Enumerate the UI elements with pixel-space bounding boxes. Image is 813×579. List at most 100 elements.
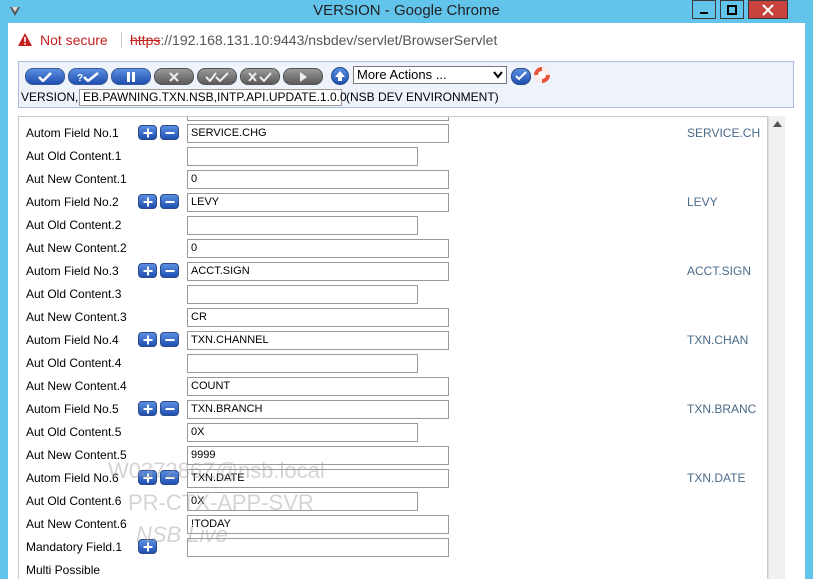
maximize-icon (727, 4, 737, 15)
form-row: Multi Possible (19, 559, 767, 579)
expand-field-button[interactable] (138, 539, 157, 554)
delete-field-button[interactable] (160, 125, 179, 140)
plus-icon (143, 266, 152, 275)
new-content-input[interactable]: COUNT (187, 377, 449, 396)
new-content-input[interactable]: CR (187, 308, 449, 327)
page-content: ? More Actions ... VERSION, EB.PAWNING.T… (8, 57, 805, 579)
field-label: Autom Field No.4 (26, 333, 119, 347)
field-enrichment: SERVICE.CH (687, 126, 761, 140)
plus-icon (143, 128, 152, 137)
field-name-input[interactable]: TXN.DATE (187, 469, 449, 488)
form-row: Aut New Content.2 0 (19, 237, 767, 260)
commit-button[interactable] (25, 68, 65, 85)
old-content-input[interactable] (187, 147, 418, 166)
form-row: Autom Field No.1 SERVICE.CHG SERVICE.CH (19, 122, 767, 145)
old-content-input[interactable]: 0X (187, 423, 418, 442)
double-check-icon (205, 71, 229, 82)
form-row: Aut New Content.6 !TODAY (19, 513, 767, 536)
expand-field-button[interactable] (138, 401, 157, 416)
field-label: Aut New Content.3 (26, 310, 127, 324)
expand-field-button[interactable] (138, 125, 157, 140)
authorise-button[interactable] (197, 68, 237, 85)
minus-icon (165, 338, 174, 341)
record-id-field[interactable]: EB.PAWNING.TXN.NSB,INTP.API.UPDATE.1.0.0 (79, 89, 347, 106)
svg-text:?: ? (77, 73, 83, 82)
form-row: Aut Old Content.4 (19, 352, 767, 375)
field-name-input[interactable]: SERVICE.CHG (187, 124, 449, 143)
new-content-input[interactable]: 9999 (187, 446, 449, 465)
old-content-input[interactable] (187, 285, 418, 304)
reverse-button[interactable] (240, 68, 280, 85)
field-label: Mandatory Field.1 (26, 540, 123, 554)
field-label: Aut Old Content.5 (26, 425, 122, 439)
field-enrichment: TXN.BRANC (687, 402, 757, 416)
delete-button[interactable] (154, 68, 194, 85)
old-content-input[interactable] (187, 354, 418, 373)
field-name-input[interactable]: TXN.CHANNEL (187, 331, 449, 350)
form-row: Autom Field No.5 TXN.BRANCH TXN.BRANC (19, 398, 767, 421)
url-path: ://192.168.131.10:9443/nsbdev/servlet/Br… (160, 32, 498, 48)
field-name-input[interactable]: LEVY (187, 193, 449, 212)
form-row: Aut Old Content.5 0X (19, 421, 767, 444)
field-name-input[interactable]: TXN.BRANCH (187, 400, 449, 419)
new-content-input[interactable]: 0 (187, 170, 449, 189)
field-name-input[interactable]: ACCT.SIGN (187, 262, 449, 281)
not-secure-label[interactable]: Not secure (40, 32, 108, 48)
upload-button[interactable] (331, 67, 349, 85)
field-enrichment: ACCT.SIGN (687, 264, 752, 278)
field-label: Autom Field No.6 (26, 471, 119, 485)
delete-field-button[interactable] (160, 470, 179, 485)
lifebuoy-icon[interactable] (533, 66, 551, 84)
minus-icon (165, 407, 174, 410)
field-label: Aut New Content.2 (26, 241, 127, 255)
chevron-down-icon (493, 71, 503, 79)
form-row: Aut New Content.3 CR (19, 306, 767, 329)
more-actions-value: More Actions ... (357, 67, 447, 82)
expand-field-button[interactable] (138, 263, 157, 278)
plus-icon (143, 542, 152, 551)
url-text[interactable]: https://192.168.131.10:9443/nsbdev/servl… (130, 32, 497, 48)
question-check-icon: ? (77, 71, 99, 82)
window-titlebar: VERSION - Google Chrome (0, 0, 813, 23)
delete-field-button[interactable] (160, 263, 179, 278)
validate-button[interactable]: ? (68, 68, 108, 85)
delete-field-button[interactable] (160, 332, 179, 347)
form-row: Aut New Content.4 COUNT (19, 375, 767, 398)
expand-field-button[interactable] (138, 332, 157, 347)
delete-field-button[interactable] (160, 401, 179, 416)
go-button[interactable] (511, 68, 531, 85)
x-icon (169, 71, 179, 82)
field-label: Autom Field No.3 (26, 264, 119, 278)
expand-field-button[interactable] (138, 194, 157, 209)
check-icon (38, 71, 52, 82)
more-actions-select[interactable]: More Actions ... (353, 66, 507, 84)
address-bar[interactable]: Not secure https://192.168.131.10:9443/n… (0, 23, 813, 57)
prev-input[interactable] (187, 117, 449, 121)
field-enrichment: TXN.DATE (687, 471, 746, 485)
next-button[interactable] (283, 68, 323, 85)
pause-icon (127, 71, 135, 82)
vertical-scrollbar[interactable] (768, 116, 785, 579)
close-button[interactable] (748, 0, 788, 19)
expand-field-button[interactable] (138, 470, 157, 485)
form-row: Autom Field No.3 ACCT.SIGN ACCT.SIGN (19, 260, 767, 283)
old-content-input[interactable] (187, 216, 418, 235)
minimize-icon (700, 11, 708, 14)
minimize-button[interactable] (692, 0, 716, 19)
url-scheme: https (130, 32, 161, 48)
field-label: Aut New Content.6 (26, 517, 127, 531)
minus-icon (165, 269, 174, 272)
scroll-up-icon[interactable] (773, 121, 782, 127)
field-label: Aut New Content.1 (26, 172, 127, 186)
delete-field-button[interactable] (160, 194, 179, 209)
maximize-button[interactable] (720, 0, 744, 19)
mandatory-field-input[interactable] (187, 538, 449, 557)
new-content-input[interactable]: 0 (187, 239, 449, 258)
new-content-input[interactable]: !TODAY (187, 515, 449, 534)
hold-button[interactable] (111, 68, 151, 85)
old-content-input[interactable]: 0X (187, 492, 418, 511)
form-row: Autom Field No.2 LEVY LEVY (19, 191, 767, 214)
field-label: Aut New Content.5 (26, 448, 127, 462)
plus-icon (143, 404, 152, 413)
form-row: Aut Old Content.3 (19, 283, 767, 306)
